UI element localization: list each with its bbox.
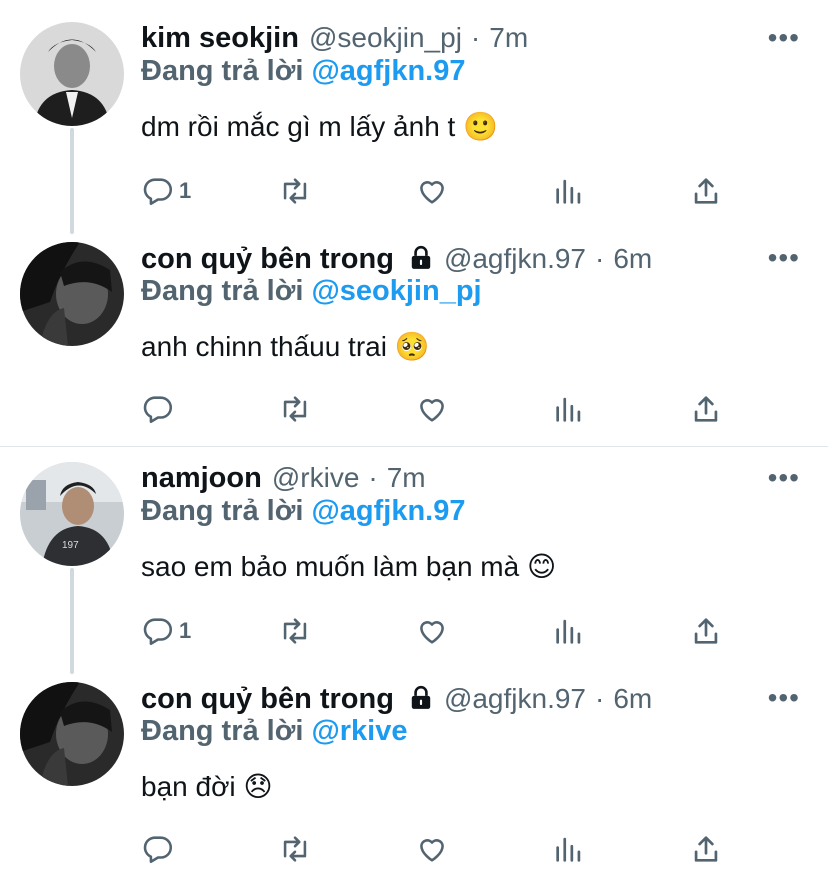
retweet-icon <box>283 178 307 204</box>
more-options-icon[interactable]: ••• <box>768 464 800 492</box>
reply-count: 1 <box>179 618 192 643</box>
retweet-icon <box>283 618 307 644</box>
tweet-actions <box>141 832 781 872</box>
replying-to-handle-link[interactable]: @seokjin_pj <box>311 275 481 307</box>
more-options-icon[interactable]: ••• <box>768 684 800 712</box>
replying-to: Đang trả lời @seokjin_pj <box>141 275 482 308</box>
lock-icon <box>408 685 434 711</box>
tweet[interactable]: con quỷ bên trong @agfjkn.97 · 6m ••• Đa… <box>0 682 828 874</box>
heart-icon <box>420 181 444 204</box>
bar-chart-icon <box>556 397 581 422</box>
bar-chart-icon <box>556 837 581 862</box>
timestamp[interactable]: 6m <box>613 243 652 275</box>
reply-button[interactable] <box>141 392 179 426</box>
tweet-actions: 1 <box>141 614 781 654</box>
tweet[interactable]: con quỷ bên trong @agfjkn.97 · 6m ••• Đa… <box>0 242 828 442</box>
share-button[interactable] <box>689 392 723 426</box>
avatar[interactable]: 197 <box>20 462 124 566</box>
retweet-button[interactable] <box>278 392 312 426</box>
replying-to: Đang trả lời @agfjkn.97 <box>141 495 465 528</box>
retweet-button[interactable] <box>278 174 312 208</box>
tweet-text: dm rồi mắc gì m lấy ảnh t 🙂 <box>141 111 498 142</box>
separator-dot: · <box>470 22 481 53</box>
replying-to-handle-link[interactable]: @rkive <box>311 715 407 747</box>
speech-bubble-icon <box>143 836 173 864</box>
replying-to: Đang trả lời @rkive <box>141 715 408 748</box>
like-button[interactable] <box>415 614 449 648</box>
tweet-text: bạn đời 😞 <box>141 771 273 802</box>
tweet-actions <box>141 392 781 432</box>
share-upload-icon <box>694 618 718 644</box>
views-button[interactable] <box>552 174 586 208</box>
lock-icon <box>408 245 434 271</box>
speech-bubble-icon <box>143 618 173 646</box>
tweet-actions: 1 <box>141 174 781 214</box>
retweet-icon <box>283 396 307 422</box>
display-name[interactable]: kim seokjin <box>141 22 299 55</box>
tweet-text: sao em bảo muốn làm bạn mà 😊 <box>141 551 557 582</box>
avatar[interactable] <box>20 22 124 126</box>
display-name[interactable]: con quỷ bên trong <box>141 683 394 716</box>
share-upload-icon <box>694 836 718 862</box>
replying-to-label: Đang trả lời <box>141 275 304 307</box>
reply-button[interactable]: 1 <box>141 614 191 648</box>
timestamp[interactable]: 7m <box>387 462 426 494</box>
share-button[interactable] <box>689 832 723 866</box>
user-handle[interactable]: @seokjin_pj <box>309 22 462 54</box>
more-options-icon[interactable]: ••• <box>768 244 800 272</box>
conversation-divider <box>0 446 828 447</box>
views-button[interactable] <box>552 832 586 866</box>
speech-bubble-icon <box>143 178 173 206</box>
avatar[interactable] <box>20 682 124 786</box>
svg-text:197: 197 <box>62 540 79 551</box>
user-handle[interactable]: @agfjkn.97 <box>444 243 586 275</box>
display-name[interactable]: con quỷ bên trong <box>141 243 394 276</box>
replying-to-handle-link[interactable]: @agfjkn.97 <box>311 495 465 527</box>
bar-chart-icon <box>556 179 581 204</box>
share-upload-icon <box>694 396 718 422</box>
heart-icon <box>420 839 444 862</box>
tweet[interactable]: 197 namjoon @rkive · 7m ••• Đang trả lời… <box>0 462 828 674</box>
replying-to-label: Đang trả lời <box>141 495 304 527</box>
user-handle[interactable]: @agfjkn.97 <box>444 683 586 715</box>
like-button[interactable] <box>415 174 449 208</box>
user-handle[interactable]: @rkive <box>272 462 360 494</box>
heart-icon <box>420 621 444 644</box>
reply-button[interactable] <box>141 832 179 866</box>
heart-icon <box>420 399 444 422</box>
separator-dot: · <box>595 243 605 274</box>
separator-dot: · <box>368 462 378 493</box>
retweet-button[interactable] <box>278 832 312 866</box>
tweet-text: anh chinn thấuu trai 🥺 <box>141 331 430 362</box>
reply-button[interactable]: 1 <box>141 174 191 208</box>
speech-bubble-icon <box>143 396 173 424</box>
views-button[interactable] <box>552 392 586 426</box>
replying-to-label: Đang trả lời <box>141 715 304 747</box>
replying-to-handle-link[interactable]: @agfjkn.97 <box>311 55 465 87</box>
like-button[interactable] <box>415 392 449 426</box>
share-button[interactable] <box>689 174 723 208</box>
retweet-button[interactable] <box>278 614 312 648</box>
retweet-icon <box>283 836 307 862</box>
like-button[interactable] <box>415 832 449 866</box>
avatar[interactable] <box>20 242 124 346</box>
share-upload-icon <box>694 178 718 204</box>
bar-chart-icon <box>556 619 581 644</box>
display-name[interactable]: namjoon <box>141 462 262 495</box>
replying-to: Đang trả lời @agfjkn.97 <box>141 55 465 88</box>
more-options-icon[interactable]: ••• <box>768 24 800 52</box>
reply-count: 1 <box>179 178 192 203</box>
timestamp[interactable]: 6m <box>613 683 652 715</box>
timestamp[interactable]: 7m <box>489 22 528 54</box>
separator-dot: · <box>595 683 605 714</box>
tweet[interactable]: kim seokjin @seokjin_pj · 7m ••• Đang tr… <box>0 22 828 234</box>
replying-to-label: Đang trả lời <box>141 55 304 87</box>
share-button[interactable] <box>689 614 723 648</box>
views-button[interactable] <box>552 614 586 648</box>
